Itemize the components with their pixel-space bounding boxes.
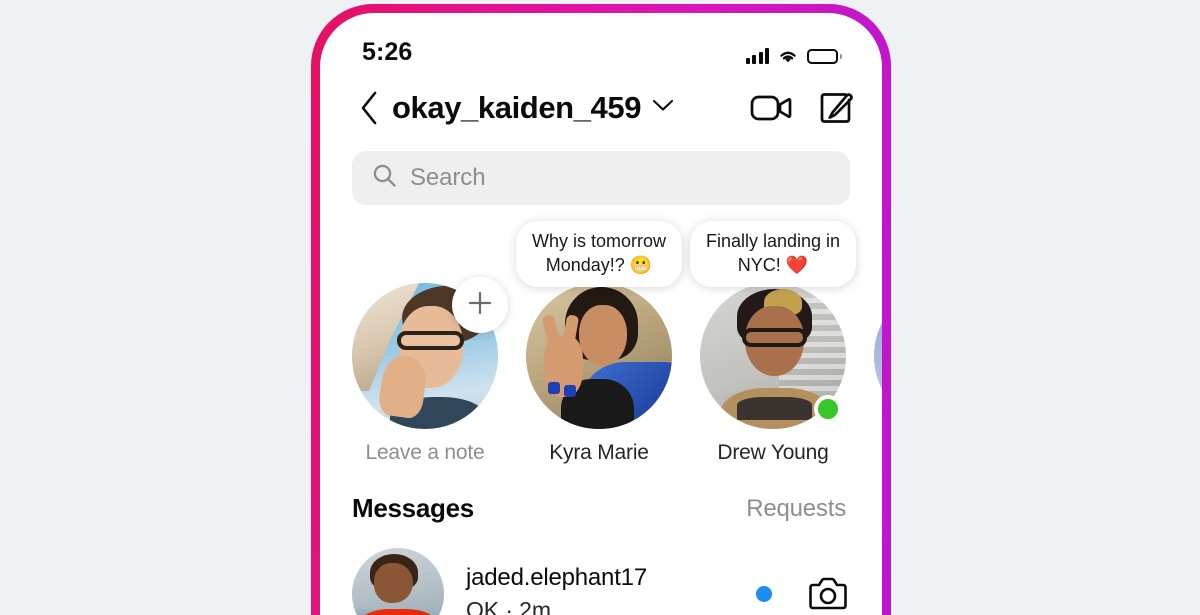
note-bubble[interactable]: Why is tomorrow Monday!? 😬 bbox=[516, 221, 683, 287]
header-actions bbox=[750, 91, 854, 125]
avatar-slot bbox=[352, 277, 508, 429]
bubble-slot: Why is tomorrow Monday!? 😬 bbox=[516, 221, 683, 287]
note-item-jade[interactable]: Ga w Jad bbox=[874, 221, 882, 465]
search-placeholder: Search bbox=[410, 164, 486, 191]
video-call-button[interactable] bbox=[750, 92, 792, 124]
battery-full-icon bbox=[807, 49, 842, 64]
notes-row[interactable]: Leave a note Why is tomorrow Monday!? 😬 bbox=[320, 205, 882, 465]
note-bubble-line1: Why is tomorrow bbox=[532, 231, 667, 251]
avatar bbox=[526, 283, 672, 429]
phone-screen: 5:26 okay_kaiden_459 Search Leave a note… bbox=[320, 13, 882, 615]
avatar bbox=[874, 283, 882, 429]
note-bubble-line1: Finally landing in bbox=[705, 231, 841, 251]
search-wrap: Search bbox=[320, 141, 882, 205]
note-bubble[interactable]: Finally landing in NYC! ❤️ bbox=[689, 221, 857, 287]
add-note-button[interactable] bbox=[452, 277, 508, 333]
status-icons bbox=[745, 48, 842, 67]
note-bubble-line2: Monday!? 😬 bbox=[545, 254, 653, 275]
plus-icon bbox=[467, 290, 493, 321]
back-button[interactable] bbox=[352, 88, 386, 128]
message-row-actions bbox=[756, 577, 848, 611]
cellular-signal-icon bbox=[745, 48, 769, 64]
page-title: okay_kaiden_459 bbox=[392, 90, 642, 125]
message-list: jaded.elephant17 OK · 2m bbox=[320, 524, 882, 615]
wifi-icon bbox=[777, 48, 799, 64]
account-switcher[interactable]: okay_kaiden_459 bbox=[392, 90, 674, 126]
compose-button[interactable] bbox=[820, 91, 854, 125]
avatar-slot bbox=[526, 283, 672, 429]
note-bubble-line2: NYC! ❤️ bbox=[737, 254, 809, 275]
note-item-drew-young[interactable]: Finally landing in NYC! ❤️ Drew Young bbox=[689, 221, 857, 465]
bubble-slot bbox=[352, 221, 498, 283]
requests-tab[interactable]: Requests bbox=[746, 495, 846, 523]
note-name: Leave a note bbox=[365, 441, 485, 464]
avatar bbox=[352, 548, 444, 615]
message-preview: OK · 2m bbox=[466, 597, 551, 615]
table-row[interactable]: jaded.elephant17 OK · 2m bbox=[320, 538, 882, 615]
status-time: 5:26 bbox=[362, 38, 413, 66]
note-name: Kyra Marie bbox=[549, 441, 649, 464]
online-status-indicator bbox=[814, 395, 842, 423]
phone-frame: 5:26 okay_kaiden_459 Search Leave a note… bbox=[311, 4, 891, 615]
search-icon bbox=[372, 163, 397, 193]
messages-tab[interactable]: Messages bbox=[352, 493, 474, 524]
note-name: Drew Young bbox=[717, 441, 829, 464]
message-text: jaded.elephant17 OK · 2m bbox=[466, 562, 734, 615]
status-bar: 5:26 bbox=[320, 13, 882, 75]
camera-button[interactable] bbox=[808, 577, 848, 611]
avatar-slot bbox=[700, 283, 846, 429]
note-item-leave-a-note[interactable]: Leave a note bbox=[352, 221, 508, 465]
bubble-slot: Ga w bbox=[874, 221, 882, 283]
avatar-slot bbox=[874, 283, 882, 429]
note-item-kyra-marie[interactable]: Why is tomorrow Monday!? 😬 Kyra Marie bbox=[516, 221, 683, 465]
messages-header: Messages Requests bbox=[320, 465, 882, 524]
bubble-slot: Finally landing in NYC! ❤️ bbox=[689, 221, 857, 287]
message-username: jaded.elephant17 bbox=[466, 563, 647, 591]
search-input[interactable]: Search bbox=[352, 151, 850, 205]
app-header: okay_kaiden_459 bbox=[320, 75, 882, 141]
chevron-down-icon bbox=[652, 99, 674, 117]
unread-indicator bbox=[756, 586, 772, 602]
